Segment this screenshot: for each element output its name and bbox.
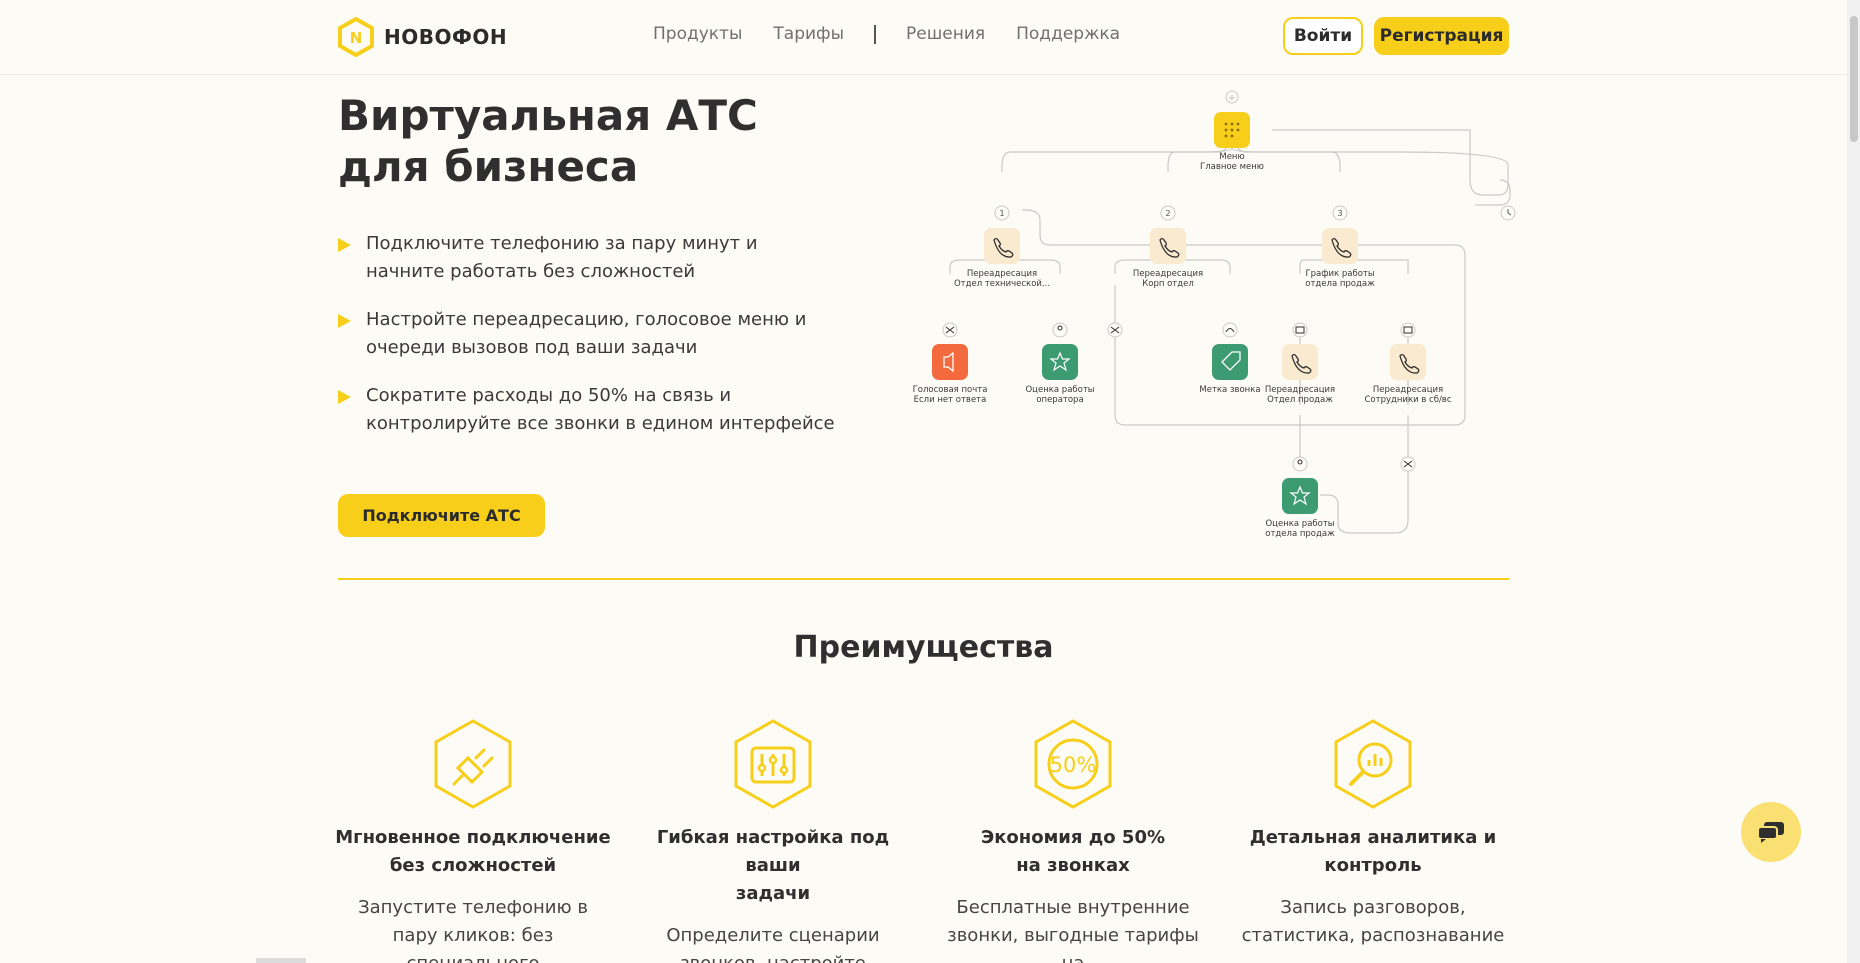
- nav-item-solutions[interactable]: Решения: [906, 24, 985, 44]
- missed-call-icon: [1400, 456, 1416, 472]
- node-forward-weekend[interactable]: Переадресация Сотрудники в сб/вс: [1364, 344, 1452, 405]
- svg-text:1: 1: [999, 209, 1004, 218]
- advantage-card: Детальная аналитика и контроль Запись ра…: [1233, 718, 1513, 950]
- triangle-bullet-icon: [338, 390, 351, 404]
- bullet-text: Подключите телефонию за пару минут и нач…: [366, 233, 758, 282]
- svg-text:+: +: [1228, 93, 1236, 104]
- triangle-bullet-icon: [338, 314, 351, 328]
- sliders-icon: [734, 719, 812, 809]
- node-schedule-sales[interactable]: График работы отдела продаж: [1305, 228, 1375, 289]
- bullet-text: Сократите расходы до 50% на связь и конт…: [366, 385, 835, 434]
- page-scrollbar[interactable]: [1847, 0, 1860, 963]
- call-flow-diagram: + Меню Главное меню 1 2 3 Переадресация …: [913, 90, 1516, 539]
- percent-icon: 50%: [1034, 719, 1112, 809]
- card-text: Запись разговоров, статистика, распознав…: [1241, 897, 1505, 946]
- calendar-icon: [1292, 322, 1308, 338]
- branch-number-3: 3: [1332, 205, 1348, 221]
- branch-number-2: 2: [1160, 205, 1176, 221]
- nav-item-support[interactable]: Поддержка: [1016, 24, 1120, 44]
- node-label: Переадресация: [1265, 385, 1335, 395]
- node-label: Меню: [1219, 152, 1244, 162]
- node-sublabel: Если нет ответа: [914, 395, 987, 405]
- card-title: Гибкая настройка под ваши задачи: [656, 827, 890, 904]
- clock-icon: [1500, 205, 1516, 221]
- svg-text:3: 3: [1337, 209, 1342, 218]
- node-rating-operator[interactable]: Оценка работы оператора: [1025, 344, 1095, 405]
- calendar-icon: [1400, 322, 1416, 338]
- node-label: Переадресация: [967, 269, 1037, 279]
- chat-icon: [1757, 822, 1784, 843]
- node-label: Оценка работы: [1025, 385, 1094, 395]
- chat-widget-button[interactable]: [1741, 802, 1801, 862]
- advantages-title: Преимущества: [793, 630, 1054, 665]
- node-voicemail[interactable]: Голосовая почта Если нет ответа: [913, 344, 988, 405]
- branch-number-1: 1: [994, 205, 1010, 221]
- node-sublabel: Отдел технической...: [954, 279, 1050, 289]
- svg-text:50%: 50%: [1050, 753, 1097, 777]
- hero-bullet: Подключите телефонию за пару минут и нач…: [338, 230, 838, 286]
- analytics-icon: [1334, 719, 1412, 809]
- card-text: Бесплатные внутренние звонки, выгодные т…: [947, 897, 1199, 963]
- node-label: График работы: [1305, 269, 1374, 279]
- section-divider: [338, 578, 1509, 580]
- bullet-text: Настройте переадресацию, голосовое меню …: [366, 309, 807, 358]
- nav-item-products[interactable]: Продукты: [653, 24, 742, 44]
- headset-icon: [1222, 322, 1238, 338]
- card-title: Мгновенное подключение без сложностей: [335, 827, 611, 876]
- node-forward-support[interactable]: Переадресация Отдел технической...: [954, 228, 1050, 289]
- advantage-card: Гибкая настройка под ваши задачи Определ…: [633, 718, 913, 963]
- nav-item-tariffs[interactable]: Тарифы: [773, 24, 844, 44]
- logo-text: НОВОФОН: [384, 25, 508, 49]
- nav-separator: [874, 24, 876, 44]
- node-label: Переадресация: [1133, 269, 1203, 279]
- hero-bullet: Настройте переадресацию, голосовое меню …: [338, 306, 838, 362]
- logo[interactable]: N НОВОФОН: [337, 17, 507, 57]
- node-sublabel: оператора: [1036, 395, 1083, 405]
- node-forward-corp[interactable]: Переадресация Корп отдел: [1133, 228, 1203, 289]
- node-call-tag[interactable]: Метка звонка: [1199, 344, 1261, 395]
- plug-icon: [434, 719, 512, 809]
- node-forward-sales[interactable]: Переадресация Отдел продаж: [1265, 344, 1335, 405]
- advantage-card: 50% Экономия до 50% на звонках Бесплатны…: [933, 718, 1213, 963]
- node-sublabel: Корп отдел: [1142, 279, 1194, 289]
- register-button[interactable]: Регистрация: [1374, 17, 1509, 55]
- node-label: Голосовая почта: [913, 385, 988, 395]
- card-text: Запустите телефонию в пару кликов: без с…: [358, 897, 588, 963]
- missed-call-icon: [1107, 322, 1123, 338]
- node-label: Переадресация: [1373, 385, 1443, 395]
- hero-bullet: Сократите расходы до 50% на связь и конт…: [338, 382, 838, 438]
- card-text: Определите сценарии звонков, настройте: [666, 925, 880, 963]
- node-sublabel: отдела продаж: [1305, 279, 1375, 289]
- main-nav: Продукты Тарифы Решения Поддержка: [653, 24, 1120, 44]
- connect-pbx-button[interactable]: Подключите АТС: [338, 494, 545, 537]
- logo-hex-icon: N: [338, 17, 374, 57]
- hero-title: Виртуальная АТС для бизнеса: [338, 91, 758, 191]
- card-title: Детальная аналитика и контроль: [1249, 827, 1497, 876]
- operator-icon: [1292, 456, 1308, 472]
- operator-icon: [1052, 322, 1068, 338]
- hero-bullets: Подключите телефонию за пару минут и нач…: [338, 230, 838, 458]
- node-sublabel: отдела продаж: [1265, 529, 1335, 539]
- node-sublabel: Сотрудники в сб/вс: [1364, 395, 1451, 405]
- svg-text:2: 2: [1165, 209, 1170, 218]
- card-title: Экономия до 50% на звонках: [981, 827, 1165, 876]
- missed-call-icon: [942, 322, 958, 338]
- node-sublabel: Отдел продаж: [1267, 395, 1333, 405]
- login-button[interactable]: Войти: [1283, 17, 1363, 55]
- svg-text:N: N: [350, 29, 363, 47]
- node-label: Метка звонка: [1199, 385, 1260, 395]
- node-sublabel: Главное меню: [1200, 162, 1264, 172]
- node-label: Оценка работы: [1265, 519, 1334, 529]
- scrollbar-thumb[interactable]: [1850, 16, 1858, 142]
- bottom-scroll-indicator: [256, 958, 306, 963]
- advantage-card: Мгновенное подключение без сложностей За…: [333, 718, 613, 963]
- site-header: N НОВОФОН Продукты Тарифы Решения Поддер…: [0, 0, 1860, 75]
- node-rating-sales[interactable]: Оценка работы отдела продаж: [1265, 478, 1335, 539]
- node-main-menu[interactable]: Меню Главное меню: [1200, 112, 1264, 172]
- triangle-bullet-icon: [338, 238, 351, 252]
